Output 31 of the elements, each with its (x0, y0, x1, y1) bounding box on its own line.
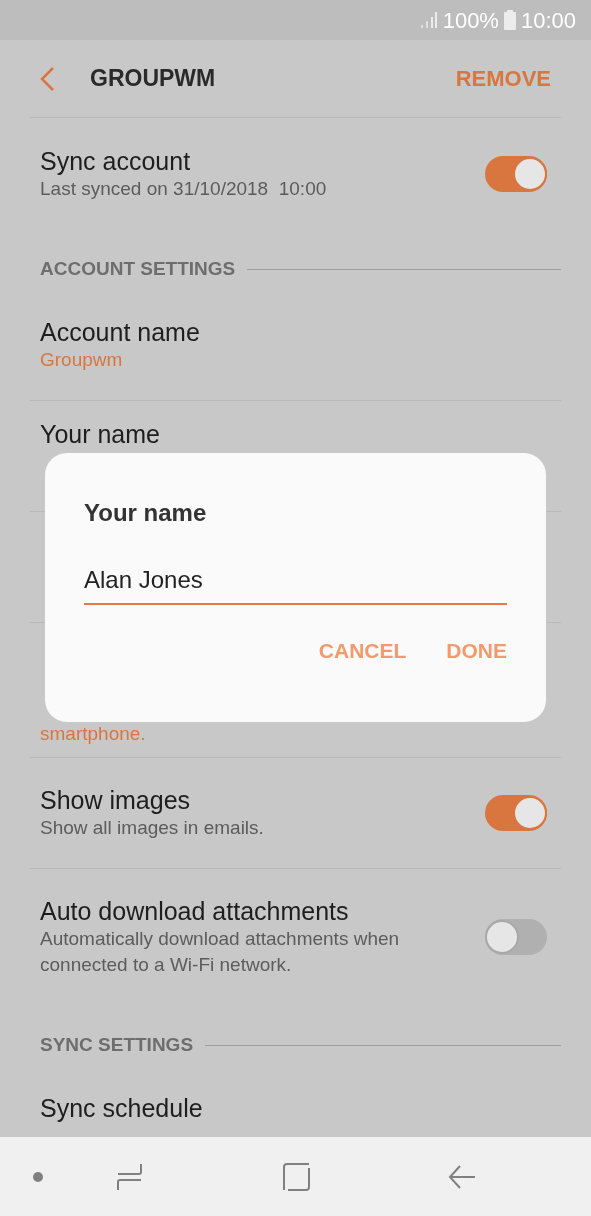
toggle-switch[interactable] (485, 155, 547, 192)
battery-percent: 100% (442, 6, 499, 35)
setting-title: Sync schedule (40, 1093, 204, 1123)
battery-icon (503, 10, 516, 30)
setting-title: Sync account (40, 145, 192, 176)
signal-icon (419, 11, 438, 29)
dialog-button[interactable]: CANCEL (318, 635, 407, 667)
clock: 10:00 (520, 6, 576, 35)
screen-title: GROUPWM (90, 64, 216, 94)
dialog-title: Your name (84, 498, 208, 528)
setting-value: smartphone. (40, 722, 147, 746)
setting-title: Your name (40, 419, 161, 449)
section-header: ACCOUNT SETTINGS (40, 256, 236, 281)
back-icon[interactable] (39, 65, 55, 92)
setting-title: Show images (40, 785, 192, 815)
recent-apps-icon[interactable] (116, 1162, 144, 1191)
dialog-button[interactable]: DONE (446, 635, 507, 667)
home-icon[interactable] (282, 1162, 310, 1191)
dot-icon[interactable] (32, 1170, 44, 1183)
toggle-switch[interactable] (485, 795, 547, 831)
setting-description: Last synced on 31/10/2018 10:00 (40, 176, 328, 201)
toggle-switch[interactable] (485, 919, 547, 955)
remove-button[interactable]: REMOVE (453, 62, 553, 95)
setting-value: Groupwm (40, 348, 124, 372)
name-field[interactable]: Alan Jones (84, 557, 507, 605)
back-icon[interactable] (448, 1164, 476, 1189)
setting-title: Account name (40, 317, 201, 347)
setting-description: Automatically download attachments when connected to a Wi-Fi network. (40, 927, 401, 977)
setting-description: Show all images in emails. (40, 816, 265, 840)
setting-title: Auto download attachments (40, 896, 350, 926)
section-header: SYNC SETTINGS (40, 1032, 194, 1057)
